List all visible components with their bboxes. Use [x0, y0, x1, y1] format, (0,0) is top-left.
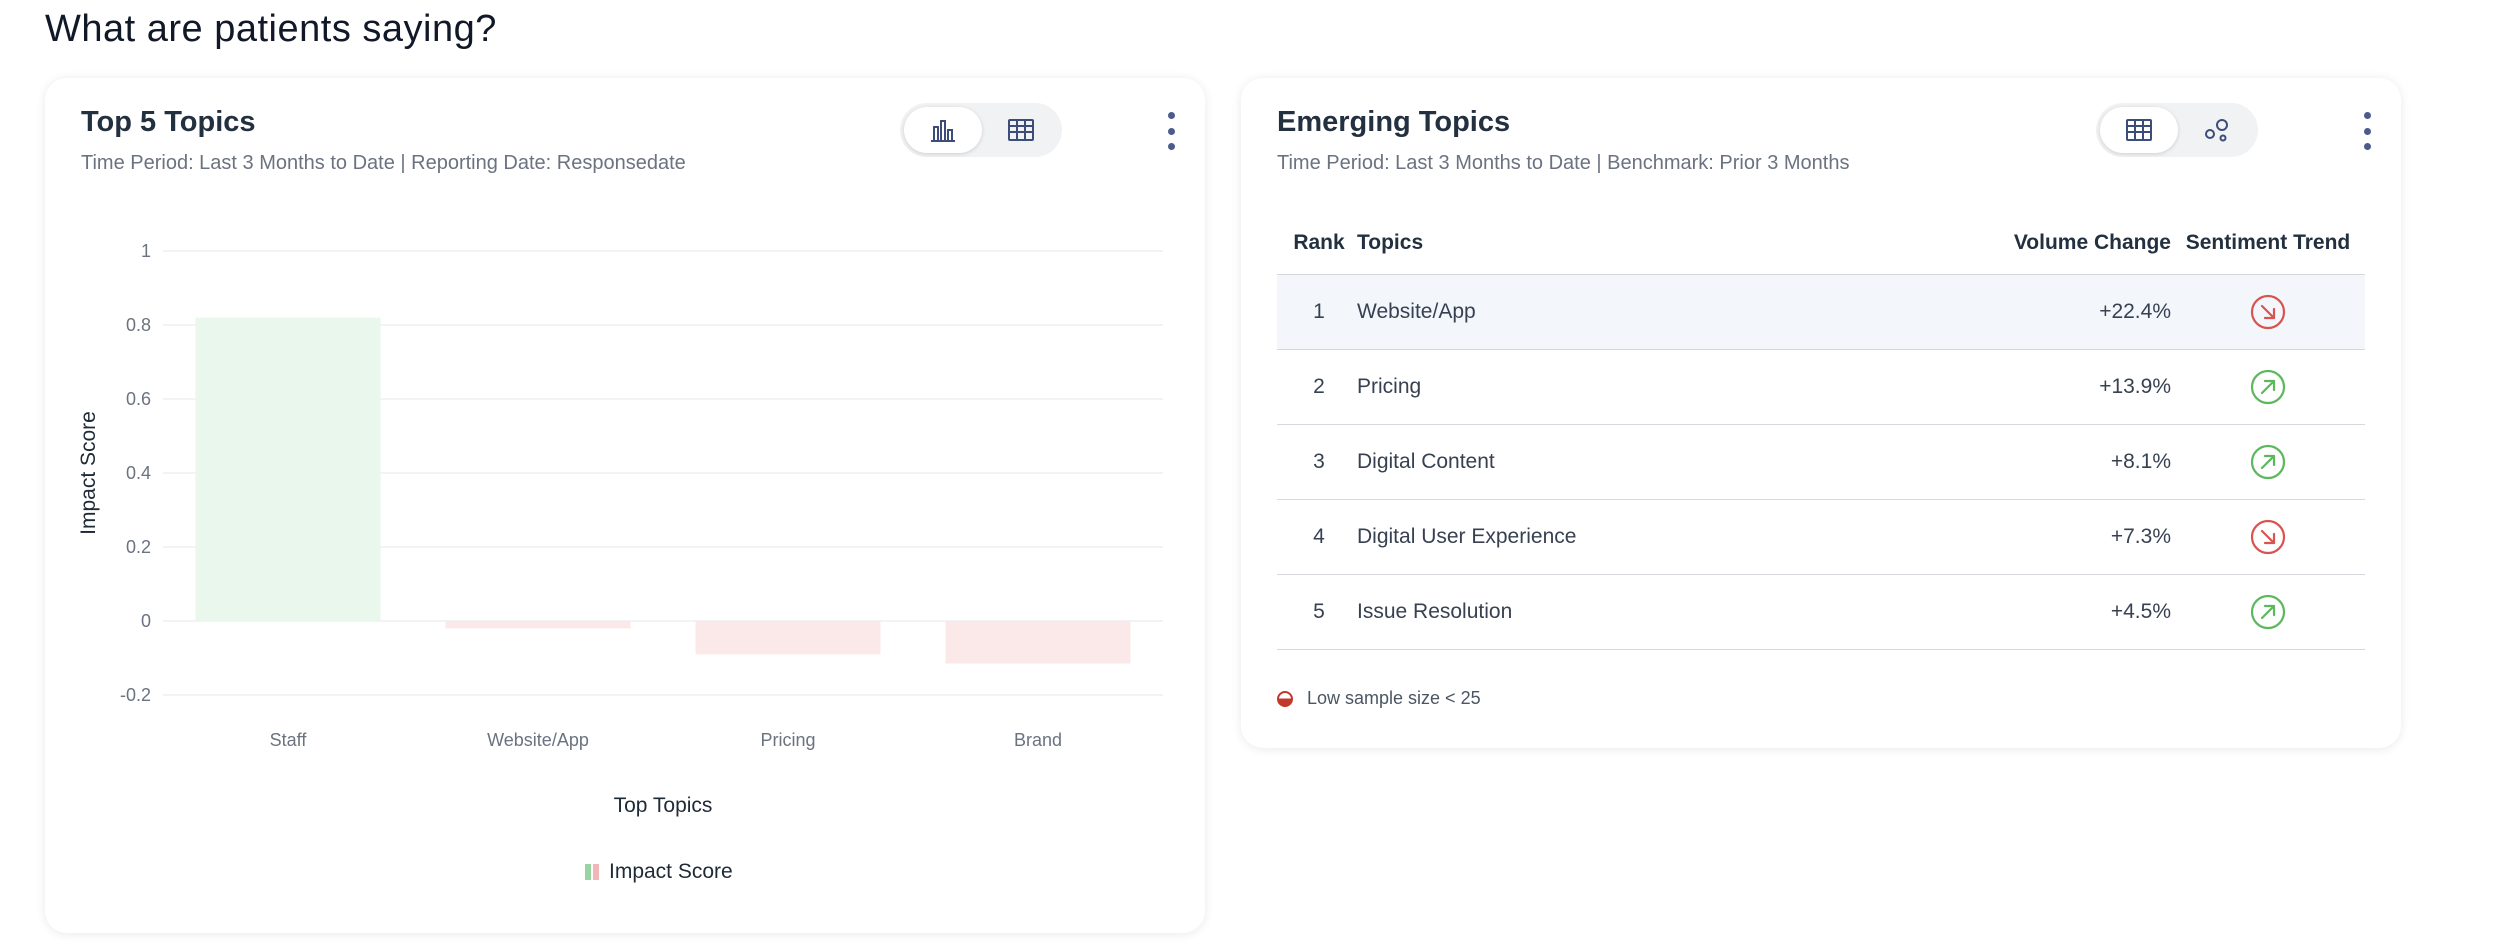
column-header-rank[interactable]: Rank	[1277, 212, 1357, 275]
sentiment-trend-cell	[2171, 499, 2365, 575]
bar	[695, 621, 881, 655]
y-tick-label: 0.6	[126, 389, 151, 409]
impact-score-bar-chart: 1 0.8 0.6 0.4 0.2 0 -0.2 Staff Website/App Pricin…	[77, 241, 1163, 817]
topic-cell: Pricing	[1357, 349, 1931, 425]
column-header-volume-change[interactable]: Volume Change	[1931, 212, 2171, 275]
emerging-topics-title: Emerging Topics	[1277, 106, 1511, 138]
emerging-topics-view-toggle	[2096, 103, 2258, 157]
x-tick-label: Website/App	[487, 730, 589, 750]
table-row[interactable]: 1 Website/App +22.4%	[1277, 274, 2365, 350]
scatter-view-button[interactable]	[2178, 107, 2256, 153]
volume-change-cell: +22.4%	[1931, 274, 2171, 350]
table-row[interactable]: 5 Issue Resolution +4.5%	[1277, 574, 2365, 650]
low-sample-icon	[1277, 690, 1293, 707]
topic-cell: Website/App	[1357, 274, 1931, 350]
trend-up-icon	[2250, 594, 2286, 630]
x-tick-label: Pricing	[760, 730, 815, 750]
topic-cell: Digital User Experience	[1357, 499, 1931, 575]
low-sample-footnote: Low sample size < 25	[1277, 688, 1481, 709]
chart-legend[interactable]: Impact Score	[585, 860, 733, 884]
y-tick-label: 1	[141, 241, 151, 261]
rank-cell: 4	[1277, 499, 1357, 575]
rank-cell: 1	[1277, 274, 1357, 350]
y-tick-label: 0.4	[126, 463, 151, 483]
more-options-icon[interactable]	[2357, 112, 2377, 150]
volume-change-cell: +7.3%	[1931, 499, 2171, 575]
top-topics-card: Top 5 Topics Time Period: Last 3 Months …	[45, 78, 1205, 933]
rank-cell: 5	[1277, 574, 1357, 650]
table-view-button[interactable]	[2100, 107, 2178, 153]
bar	[445, 621, 631, 629]
topic-cell: Digital Content	[1357, 424, 1931, 500]
y-tick-label: -0.2	[120, 685, 151, 705]
volume-change-cell: +8.1%	[1931, 424, 2171, 500]
trend-down-icon	[2250, 294, 2286, 330]
sentiment-trend-cell	[2171, 424, 2365, 500]
bar	[945, 621, 1131, 664]
sentiment-trend-cell	[2171, 349, 2365, 425]
legend-label: Impact Score	[609, 860, 733, 883]
x-axis-title: Top Topics	[614, 794, 713, 817]
table-icon	[2126, 119, 2152, 141]
x-tick-label: Brand	[1014, 730, 1062, 750]
table-row[interactable]: 3 Digital Content +8.1%	[1277, 424, 2365, 500]
y-axis-title: Impact Score	[77, 411, 100, 535]
emerging-topics-table: Rank Topics Volume Change Sentiment Tren…	[1277, 212, 2365, 650]
sentiment-trend-cell	[2171, 574, 2365, 650]
y-tick-label: 0.8	[126, 315, 151, 335]
column-header-topics[interactable]: Topics	[1357, 212, 1931, 275]
y-tick-label: 0	[141, 611, 151, 631]
table-row[interactable]: 2 Pricing +13.9%	[1277, 349, 2365, 425]
column-header-sentiment-trend[interactable]: Sentiment Trend	[2171, 212, 2365, 275]
y-tick-label: 0.2	[126, 537, 151, 557]
page-title: What are patients saying?	[45, 8, 497, 50]
sentiment-trend-cell	[2171, 274, 2365, 350]
bar	[195, 317, 381, 621]
emerging-topics-subtitle: Time Period: Last 3 Months to Date | Ben…	[1277, 152, 1850, 174]
trend-up-icon	[2250, 369, 2286, 405]
trend-down-icon	[2250, 519, 2286, 555]
trend-up-icon	[2250, 444, 2286, 480]
volume-change-cell: +4.5%	[1931, 574, 2171, 650]
table-header-row: Rank Topics Volume Change Sentiment Tren…	[1277, 212, 2365, 275]
topic-cell: Issue Resolution	[1357, 574, 1931, 650]
footnote-text: Low sample size < 25	[1307, 688, 1481, 708]
x-tick-label: Staff	[270, 730, 308, 750]
rank-cell: 3	[1277, 424, 1357, 500]
table-row[interactable]: 4 Digital User Experience +7.3%	[1277, 499, 2365, 575]
rank-cell: 2	[1277, 349, 1357, 425]
volume-change-cell: +13.9%	[1931, 349, 2171, 425]
legend-swatch	[585, 864, 599, 880]
bubble-chart-icon	[2205, 119, 2228, 142]
emerging-topics-card: Emerging Topics Time Period: Last 3 Mont…	[1241, 78, 2401, 748]
